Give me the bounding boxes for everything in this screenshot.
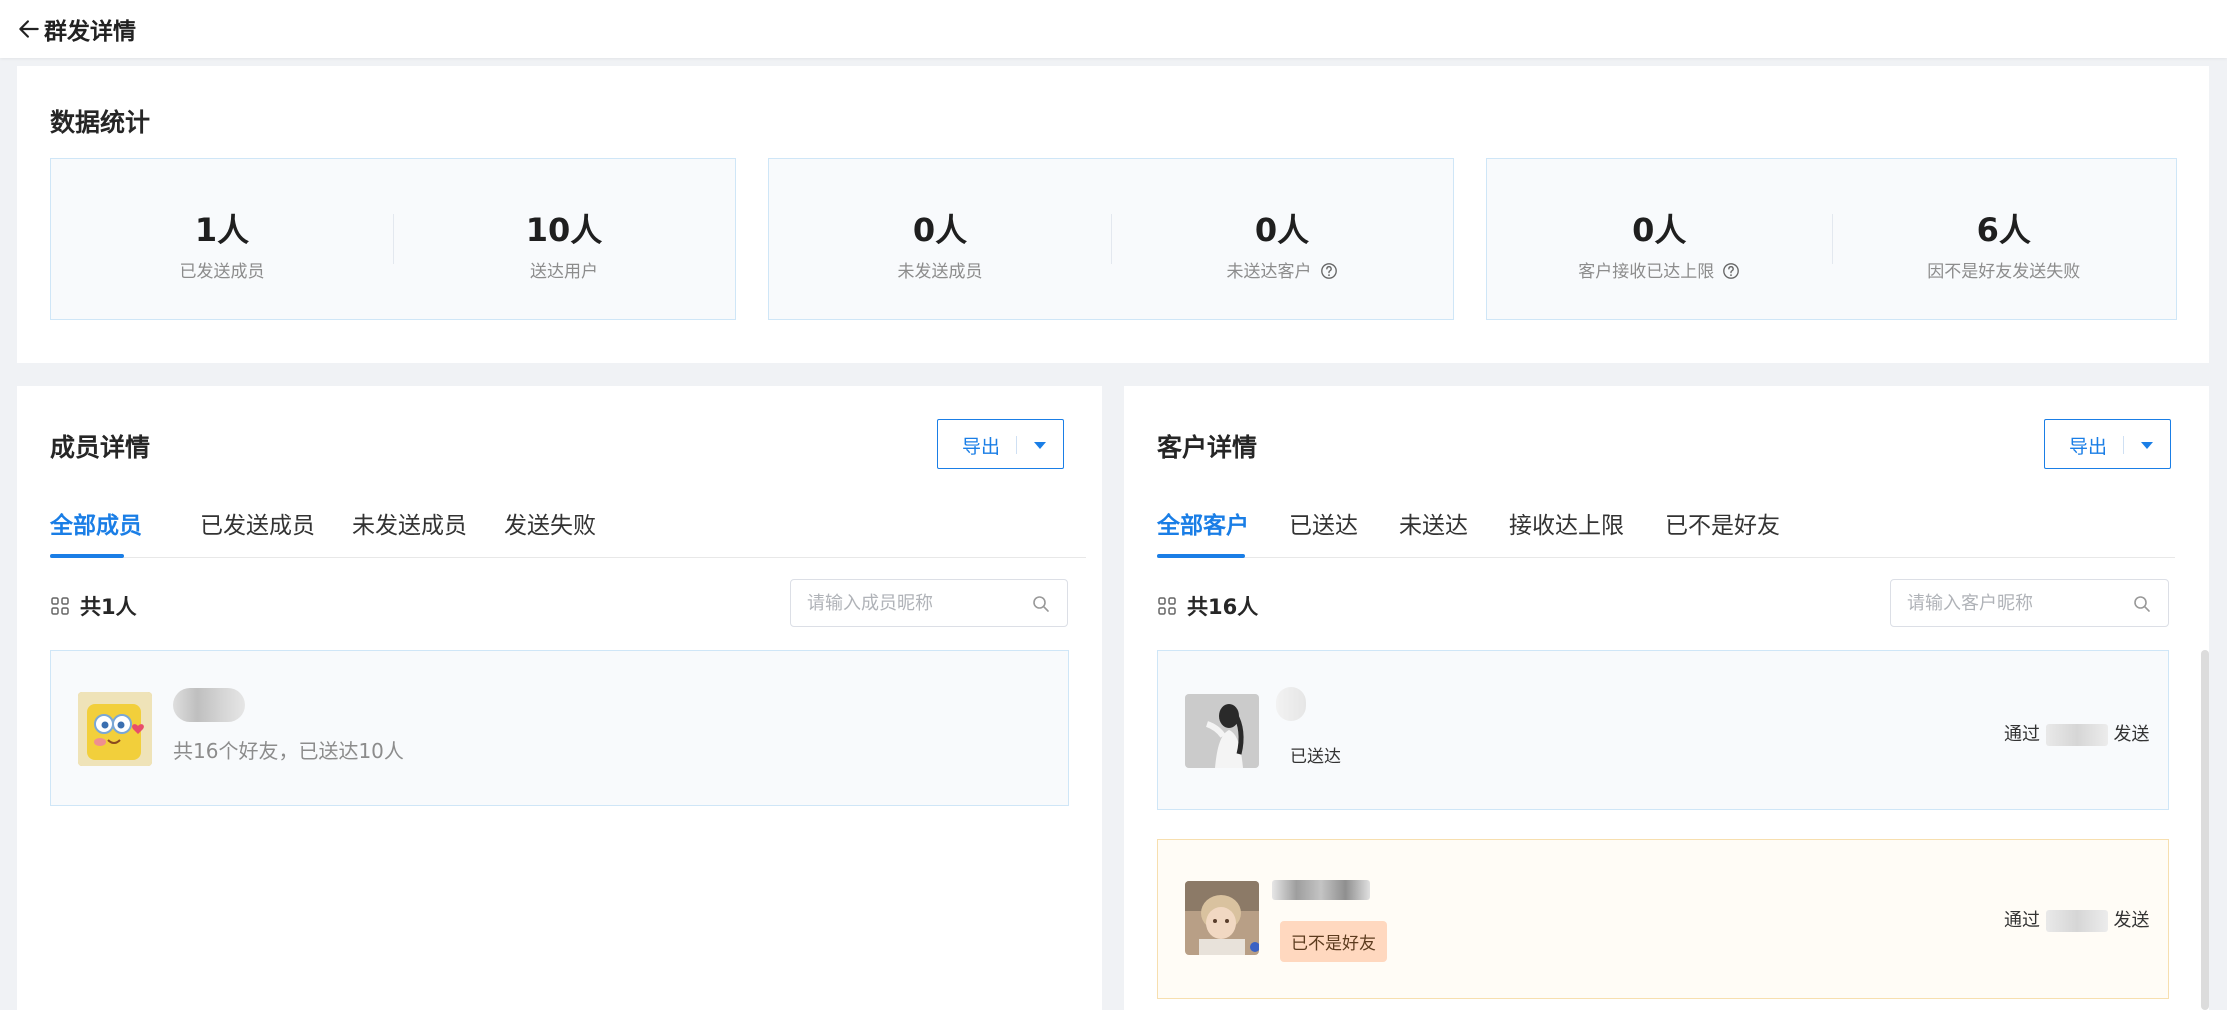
tab-send-failed[interactable]: 发送失败	[504, 506, 596, 540]
stat-value: 6人	[1976, 211, 2031, 249]
tab-delivered[interactable]: 已送达	[1289, 506, 1358, 540]
via-suffix: 发送	[2113, 910, 2150, 931]
stat-value: 0人	[1254, 211, 1310, 249]
customer-list-scrollbar[interactable]	[2201, 650, 2209, 1010]
stat-label-text: 客户接收已达上限	[1578, 262, 1715, 282]
stat-label: 送达用户	[530, 262, 598, 282]
customer-details-title: 客户详情	[1157, 433, 1258, 462]
tab-not-friend[interactable]: 已不是好友	[1665, 506, 1780, 540]
active-tab-indicator	[50, 554, 124, 558]
customer-count-row: 共16人	[1157, 591, 1258, 621]
stat-limit-reached: 0人 客户接收已达上限	[1487, 159, 1832, 319]
stat-group-failed: 0人 客户接收已达上限 6人 因不是好友发送失败	[1486, 158, 2177, 320]
sent-via-text: 通过 发送	[2004, 720, 2149, 746]
via-suffix: 发送	[2113, 724, 2150, 745]
member-details-card: 成员详情 导出 全部成员 已发送成员 未发送成员 发送失败 共1人 请输入成员昵…	[17, 386, 1102, 1010]
stats-card: 数据统计 1人 已发送成员 10人 送达用户 0人 未发送成员 0人 未送达客户…	[17, 66, 2209, 363]
avatar	[1185, 694, 1259, 768]
caret-down-icon[interactable]	[2139, 437, 2155, 453]
customer-export-button[interactable]: 导出	[2044, 419, 2171, 469]
member-list-item[interactable]: 共16个好友，已送达10人	[50, 650, 1069, 806]
page-header: 群发详情	[0, 0, 2227, 58]
stats-title: 数据统计	[50, 108, 151, 137]
stat-label: 客户接收已达上限	[1487, 257, 1832, 282]
via-prefix: 通过	[2004, 910, 2040, 931]
export-label: 导出	[2069, 436, 2108, 458]
export-divider	[1016, 436, 1017, 454]
stat-value: 0人	[912, 211, 968, 249]
member-summary: 共16个好友，已送达10人	[173, 739, 404, 763]
via-prefix: 通过	[2004, 724, 2040, 745]
stat-value: 1人	[194, 211, 250, 249]
customer-list-item[interactable]: 已送达 通过 发送	[1157, 650, 2169, 810]
member-export-button[interactable]: 导出	[937, 419, 1064, 469]
tab-all-members[interactable]: 全部成员	[50, 506, 142, 540]
stat-group-unsent: 0人 未发送成员 0人 未送达客户	[768, 158, 1454, 320]
member-count: 共1人	[80, 595, 137, 619]
stat-unsent-members: 0人 未发送成员	[769, 159, 1111, 319]
customer-search-input[interactable]	[1891, 580, 2168, 626]
stat-delivered-users: 10人 送达用户	[393, 159, 735, 319]
avatar	[78, 692, 152, 766]
grid-icon	[51, 597, 69, 615]
export-divider	[2123, 436, 2124, 454]
stat-value: 10人	[525, 211, 603, 249]
active-tab-indicator	[1157, 554, 1245, 558]
status-badge: 已送达	[1290, 747, 1341, 767]
stat-label: 已发送成员	[179, 262, 265, 282]
member-tabs: 全部成员 已发送成员 未发送成员 发送失败	[50, 506, 1086, 558]
customer-search-box	[1890, 579, 2169, 627]
stat-sent-members: 1人 已发送成员	[51, 159, 393, 319]
photo-avatar-icon	[1185, 694, 1259, 768]
member-count-row: 共1人	[50, 591, 137, 621]
member-search-input[interactable]	[791, 580, 1067, 626]
stat-label-text: 未送达客户	[1226, 262, 1312, 282]
member-name-blurred	[173, 688, 245, 722]
tab-unsent-members[interactable]: 未发送成员	[352, 506, 467, 540]
avatar	[1185, 881, 1259, 955]
stat-label: 未发送成员	[897, 262, 983, 282]
customer-tabs: 全部客户 已送达 未送达 接收达上限 已不是好友	[1157, 506, 2175, 558]
arrow-left-icon[interactable]	[16, 16, 42, 42]
photo-avatar-icon	[1185, 881, 1259, 955]
customer-count: 共16人	[1187, 595, 1259, 619]
stat-group-sent: 1人 已发送成员 10人 送达用户	[50, 158, 736, 320]
export-label: 导出	[962, 436, 1001, 458]
help-circle-icon[interactable]	[1722, 262, 1740, 280]
customer-name-blurred	[1276, 687, 1306, 721]
customer-list-item[interactable]: 已不是好友 通过 发送	[1157, 839, 2169, 999]
sent-via-text: 通过 发送	[2004, 906, 2149, 932]
stat-value: 0人	[1632, 211, 1687, 249]
grid-icon	[1158, 597, 1176, 615]
customer-details-card: 客户详情 导出 全部客户 已送达 未送达 接收达上限 已不是好友 共16人 请输…	[1124, 386, 2209, 1010]
sender-name-blurred	[2045, 910, 2108, 932]
cartoon-avatar-icon	[78, 692, 152, 766]
tab-sent-members[interactable]: 已发送成员	[200, 506, 315, 540]
status-badge: 已不是好友	[1280, 921, 1387, 962]
page-title: 群发详情	[44, 19, 136, 45]
stat-label: 未送达客户	[1111, 257, 1453, 282]
sender-name-blurred	[2045, 724, 2108, 746]
caret-down-icon[interactable]	[1032, 437, 1048, 453]
tab-all-customers[interactable]: 全部客户	[1157, 506, 1249, 540]
tab-undelivered[interactable]: 未送达	[1399, 506, 1468, 540]
tab-limit-reached[interactable]: 接收达上限	[1509, 506, 1624, 540]
customer-name-blurred	[1272, 880, 1370, 900]
stat-not-friend-failed: 6人 因不是好友发送失败	[1832, 159, 2177, 319]
search-icon[interactable]	[2132, 594, 2152, 614]
stat-label: 因不是好友发送失败	[1927, 262, 2081, 282]
stat-undelivered-customers: 0人 未送达客户	[1111, 159, 1453, 319]
member-details-title: 成员详情	[50, 433, 151, 462]
help-circle-icon[interactable]	[1320, 262, 1338, 280]
search-icon[interactable]	[1031, 594, 1051, 614]
member-search-box	[790, 579, 1068, 627]
